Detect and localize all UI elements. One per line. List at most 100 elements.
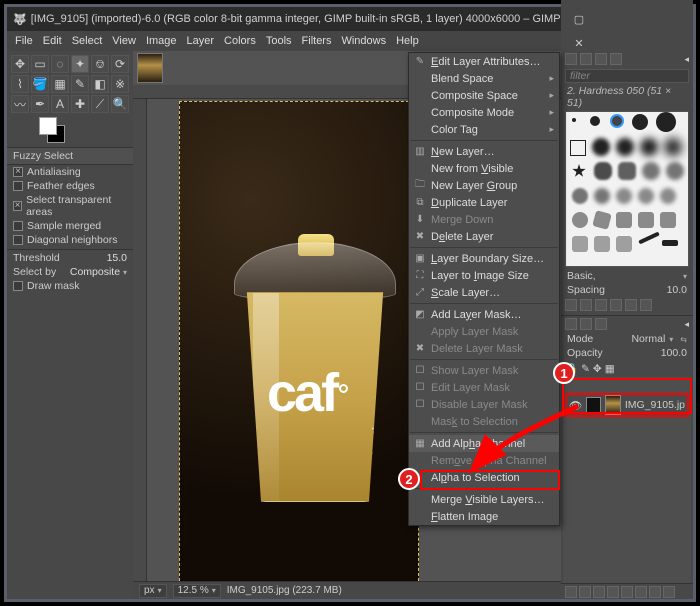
layer-list[interactable]: 👁 IMG_9105.jp	[563, 377, 691, 583]
menu-add-alpha[interactable]: ▦Add Alpha Channel	[409, 435, 559, 452]
maximize-button[interactable]: ▢	[561, 7, 597, 31]
threshold-value[interactable]: 15.0	[107, 252, 127, 264]
menu-flatten[interactable]: Flatten Image	[409, 508, 559, 525]
brush-btn-3[interactable]	[595, 299, 607, 311]
dock-tab-4[interactable]	[610, 53, 622, 65]
spacing-value[interactable]: 10.0	[667, 284, 687, 296]
layer-delete-button[interactable]	[663, 586, 675, 598]
tool-eraser[interactable]: ◧	[91, 75, 109, 93]
menu-composite-space[interactable]: Composite Space▸	[409, 87, 559, 104]
menu-delete-layer[interactable]: ✖Delete Layer	[409, 228, 559, 245]
color-swatches[interactable]	[39, 117, 133, 145]
menu-layer[interactable]: Layer	[187, 35, 215, 47]
preset-label[interactable]: Basic,	[567, 270, 679, 282]
menu-composite-mode[interactable]: Composite Mode▸	[409, 104, 559, 121]
layer-thumb[interactable]	[605, 395, 621, 415]
tool-measure[interactable]: ⟋	[91, 95, 109, 113]
menu-help[interactable]: Help	[396, 35, 419, 47]
tool-heal[interactable]: ✚	[71, 95, 89, 113]
tool-rotate[interactable]: ⟳	[111, 55, 129, 73]
menu-select[interactable]: Select	[72, 35, 103, 47]
tool-crop[interactable]: ⎊	[91, 55, 109, 73]
opacity-value[interactable]: 100.0	[661, 347, 687, 359]
layer-up-button[interactable]	[593, 586, 605, 598]
selectby-value[interactable]: Composite ▾	[70, 266, 127, 278]
dock-tab-2[interactable]	[580, 53, 592, 65]
fg-color[interactable]	[39, 117, 57, 135]
drawmask-checkbox[interactable]	[13, 281, 23, 291]
menu-filters[interactable]: Filters	[302, 35, 332, 47]
layer-mask-button[interactable]	[649, 586, 661, 598]
status-unit[interactable]: px ▾	[139, 584, 167, 598]
menu-scale[interactable]: ⤢Scale Layer…	[409, 284, 559, 301]
sample-checkbox[interactable]	[13, 221, 23, 231]
tool-smudge[interactable]: 〰	[11, 95, 29, 113]
menu-alpha-sel[interactable]: Alpha to Selection	[409, 469, 559, 486]
tool-text[interactable]: A	[51, 95, 69, 113]
menu-new-layer[interactable]: ▥New Layer…	[409, 143, 559, 160]
image-tab-1[interactable]	[137, 53, 163, 83]
menu-duplicate[interactable]: ⧉Duplicate Layer	[409, 194, 559, 211]
canvas-image[interactable]: caf [caffè al fresco]	[179, 101, 419, 581]
dock-tab-1[interactable]	[565, 53, 577, 65]
status-zoom[interactable]: 12.5 % ▾	[173, 584, 221, 598]
brush-btn-5[interactable]	[625, 299, 637, 311]
menu-new-group[interactable]: 🗀New Layer Group	[409, 177, 559, 194]
layer-row[interactable]: 👁 IMG_9105.jp	[565, 393, 689, 417]
layer-mask-thumb[interactable]	[586, 397, 600, 413]
dock-menu-icon[interactable]: ◂	[684, 54, 689, 65]
layer-new-button[interactable]	[565, 586, 577, 598]
menu-merge-visible[interactable]: Merge Visible Layers…	[409, 491, 559, 508]
ruler-vertical[interactable]	[133, 99, 147, 581]
paths-tab[interactable]	[595, 318, 607, 330]
menu-windows[interactable]: Windows	[341, 35, 386, 47]
tool-gradient[interactable]: ▦	[51, 75, 69, 93]
menu-to-image[interactable]: ⛶Layer to Image Size	[409, 267, 559, 284]
brush-btn-4[interactable]	[610, 299, 622, 311]
menu-view[interactable]: View	[112, 35, 136, 47]
antialias-checkbox[interactable]	[13, 167, 23, 177]
mode-value[interactable]: Normal	[631, 333, 665, 345]
minimize-button[interactable]: —	[561, 0, 597, 7]
tool-free-select[interactable]: ◌	[51, 55, 69, 73]
layer-group-button[interactable]	[579, 586, 591, 598]
menu-tools[interactable]: Tools	[266, 35, 292, 47]
menu-edit[interactable]: Edit	[43, 35, 62, 47]
tool-move[interactable]: ✥	[11, 55, 29, 73]
lock-alpha-icon[interactable]: ▦	[605, 363, 615, 375]
menu-new-visible[interactable]: New from Visible	[409, 160, 559, 177]
layer-down-button[interactable]	[607, 586, 619, 598]
transparent-checkbox[interactable]	[13, 201, 22, 211]
diag-checkbox[interactable]	[13, 235, 23, 245]
brush-btn-2[interactable]	[580, 299, 592, 311]
dock-tab-3[interactable]	[595, 53, 607, 65]
lock-pos-icon[interactable]: ✥	[593, 363, 602, 375]
menu-color-tag[interactable]: Color Tag▸	[409, 121, 559, 138]
menu-file[interactable]: File	[15, 35, 33, 47]
feather-checkbox[interactable]	[13, 181, 23, 191]
brush-btn-6[interactable]	[640, 299, 652, 311]
layer-merge-button[interactable]	[635, 586, 647, 598]
tool-warp[interactable]: ⌇	[11, 75, 29, 93]
tool-fuzzy-select[interactable]: ✦	[71, 55, 89, 73]
layer-name[interactable]: IMG_9105.jp	[625, 399, 685, 411]
menu-add-mask[interactable]: ◩Add Layer Mask…	[409, 306, 559, 323]
brush-filter[interactable]: filter	[565, 69, 689, 83]
layers-tab[interactable]	[565, 318, 577, 330]
menu-colors[interactable]: Colors	[224, 35, 256, 47]
menu-image[interactable]: Image	[146, 35, 177, 47]
tool-pencil[interactable]: ✎	[71, 75, 89, 93]
tool-clone[interactable]: ※	[111, 75, 129, 93]
tool-path[interactable]: ✒	[31, 95, 49, 113]
menu-boundary[interactable]: ▣Layer Boundary Size…	[409, 250, 559, 267]
brush-grid[interactable]	[565, 111, 689, 267]
channels-tab[interactable]	[580, 318, 592, 330]
layers-menu-icon[interactable]: ◂	[684, 319, 689, 330]
tool-rect-select[interactable]: ▭	[31, 55, 49, 73]
visibility-icon[interactable]: 👁	[569, 398, 582, 412]
lock-pixels-icon[interactable]: ✎	[581, 363, 590, 375]
menu-edit-layer-attrs[interactable]: ✎Edit Layer Attributes…	[409, 53, 559, 70]
tool-zoom[interactable]: 🔍	[111, 95, 129, 113]
tool-bucket[interactable]: 🪣	[31, 75, 49, 93]
brush-btn-1[interactable]	[565, 299, 577, 311]
